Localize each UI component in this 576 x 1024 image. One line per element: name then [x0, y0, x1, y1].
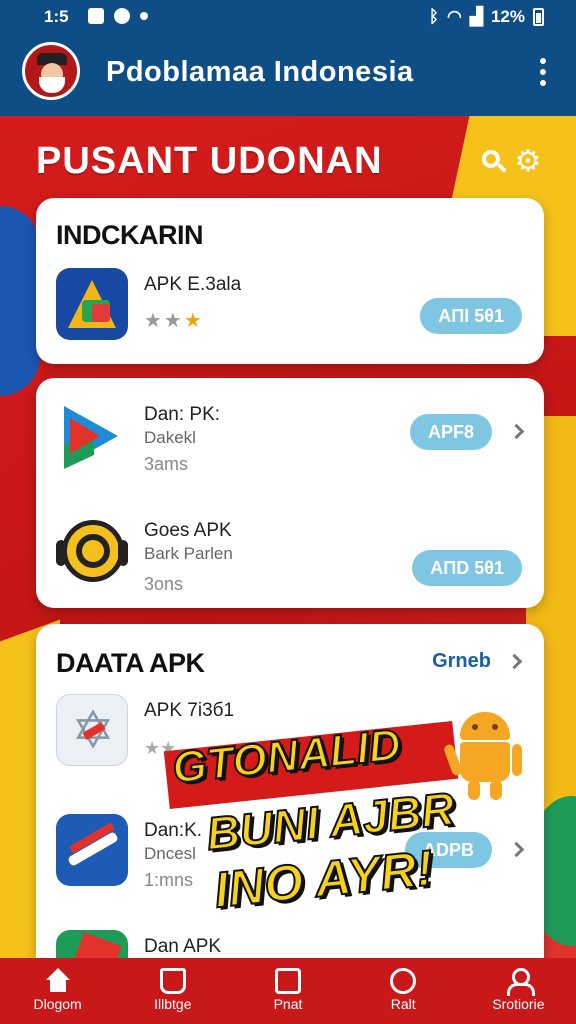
app-bar: Pdoblamaa Indonesia [0, 34, 576, 116]
nav-label: Dlogom [33, 996, 82, 1012]
battery-level: 12% [490, 7, 525, 26]
download-button[interactable]: AΠD 5θ1 [412, 550, 522, 586]
chevron-right-icon[interactable] [508, 841, 525, 858]
chevron-right-icon[interactable] [508, 423, 525, 440]
app-icon [56, 268, 128, 340]
app-name: Dan APK [144, 936, 222, 957]
avatar-beard [39, 77, 65, 93]
list-item[interactable]: Goes APK Bark Parlen 3ons AΠD 5θ1 [36, 514, 544, 594]
see-more-label: Grneb [432, 650, 491, 672]
app-subtitle: Bark Parlen [144, 544, 233, 563]
app-name: APK E.3ala [144, 274, 242, 295]
bag-icon [275, 968, 301, 994]
app-icon: ✡ [56, 694, 128, 766]
app-icon [56, 398, 128, 470]
chevron-right-icon [506, 653, 523, 670]
nav-label: Pnat [273, 996, 303, 1012]
notification-icon [114, 8, 130, 24]
bottom-navigation: Dlogom Illbtge Pnat Ralt Srotiorie [0, 958, 576, 1024]
app-title: Pdoblamaa Indonesia [106, 56, 414, 88]
section-title: INDCKARIN [56, 220, 204, 250]
download-button[interactable]: AΠΙ 5θ1 [420, 298, 522, 334]
bluetooth-icon: ᛒ [428, 7, 440, 26]
app-icon [56, 930, 128, 958]
list-item[interactable]: APK E.3ala ★★★ AΠΙ 5θ1 [36, 268, 544, 348]
app-meta: 3ons [144, 574, 184, 594]
app-icon [56, 814, 128, 886]
user-icon [505, 968, 536, 996]
android-robot-icon [442, 706, 522, 802]
list-item[interactable]: Dan APK [36, 930, 544, 958]
app-name: Goes APK [144, 520, 232, 541]
promo-banner[interactable]: GTONALID BUNI AJBR INO AYR! [163, 702, 466, 922]
decor-shape [0, 206, 40, 396]
gear-icon[interactable]: ⚙ [514, 147, 542, 177]
nav-item-home[interactable]: Dlogom [0, 958, 115, 1024]
list-item[interactable]: Dan: PK: Dakekl 3ams APF8 [36, 398, 544, 478]
status-bar: 1:5 ᛒ ◠ ▟ 12% [0, 0, 576, 34]
notification-icon [88, 8, 104, 24]
nav-item-profile[interactable]: Srotiorie [461, 958, 576, 1024]
app-meta: 3ams [144, 454, 189, 474]
search-icon[interactable] [480, 148, 508, 176]
download-button[interactable]: APF8 [409, 414, 492, 450]
battery-icon [533, 8, 544, 26]
wifi-icon: ◠ [447, 7, 462, 26]
app-name: Dan: PK: [144, 404, 221, 425]
signal-dot-icon [140, 12, 148, 20]
status-icons: ᛒ ◠ ▟ 12% [429, 7, 544, 27]
see-more-link[interactable]: Grneb [432, 650, 523, 673]
app-list-card: Dan: PK: Dakekl 3ams APF8 Goes APK Bark … [36, 378, 544, 608]
app-subtitle: Dakekl [144, 428, 196, 447]
nav-item-cart[interactable]: Illbtge [115, 958, 230, 1024]
cart-icon [159, 968, 186, 994]
clock-icon [390, 968, 417, 994]
home-icon [45, 968, 71, 994]
featured-card: INDCKARIN APK E.3ala ★★★ AΠΙ 5θ1 [36, 198, 544, 364]
app-icon [56, 514, 128, 586]
nav-item-clock[interactable]: Ralt [346, 958, 461, 1024]
hero-headline: PUSANT UDONAN [36, 140, 383, 182]
nav-item-bag[interactable]: Pnat [230, 958, 345, 1024]
nav-label: Ralt [390, 996, 416, 1012]
status-time: 1:5 [44, 7, 69, 26]
more-vert-icon[interactable] [538, 58, 548, 88]
rating-stars: ★★★ [144, 310, 204, 332]
nav-label: Srotiorie [492, 996, 545, 1012]
nav-label: Illbtge [154, 996, 192, 1012]
avatar[interactable] [22, 42, 80, 100]
section-title: DAATA APK [56, 648, 205, 678]
cell-signal-icon: ▟ [469, 7, 483, 26]
